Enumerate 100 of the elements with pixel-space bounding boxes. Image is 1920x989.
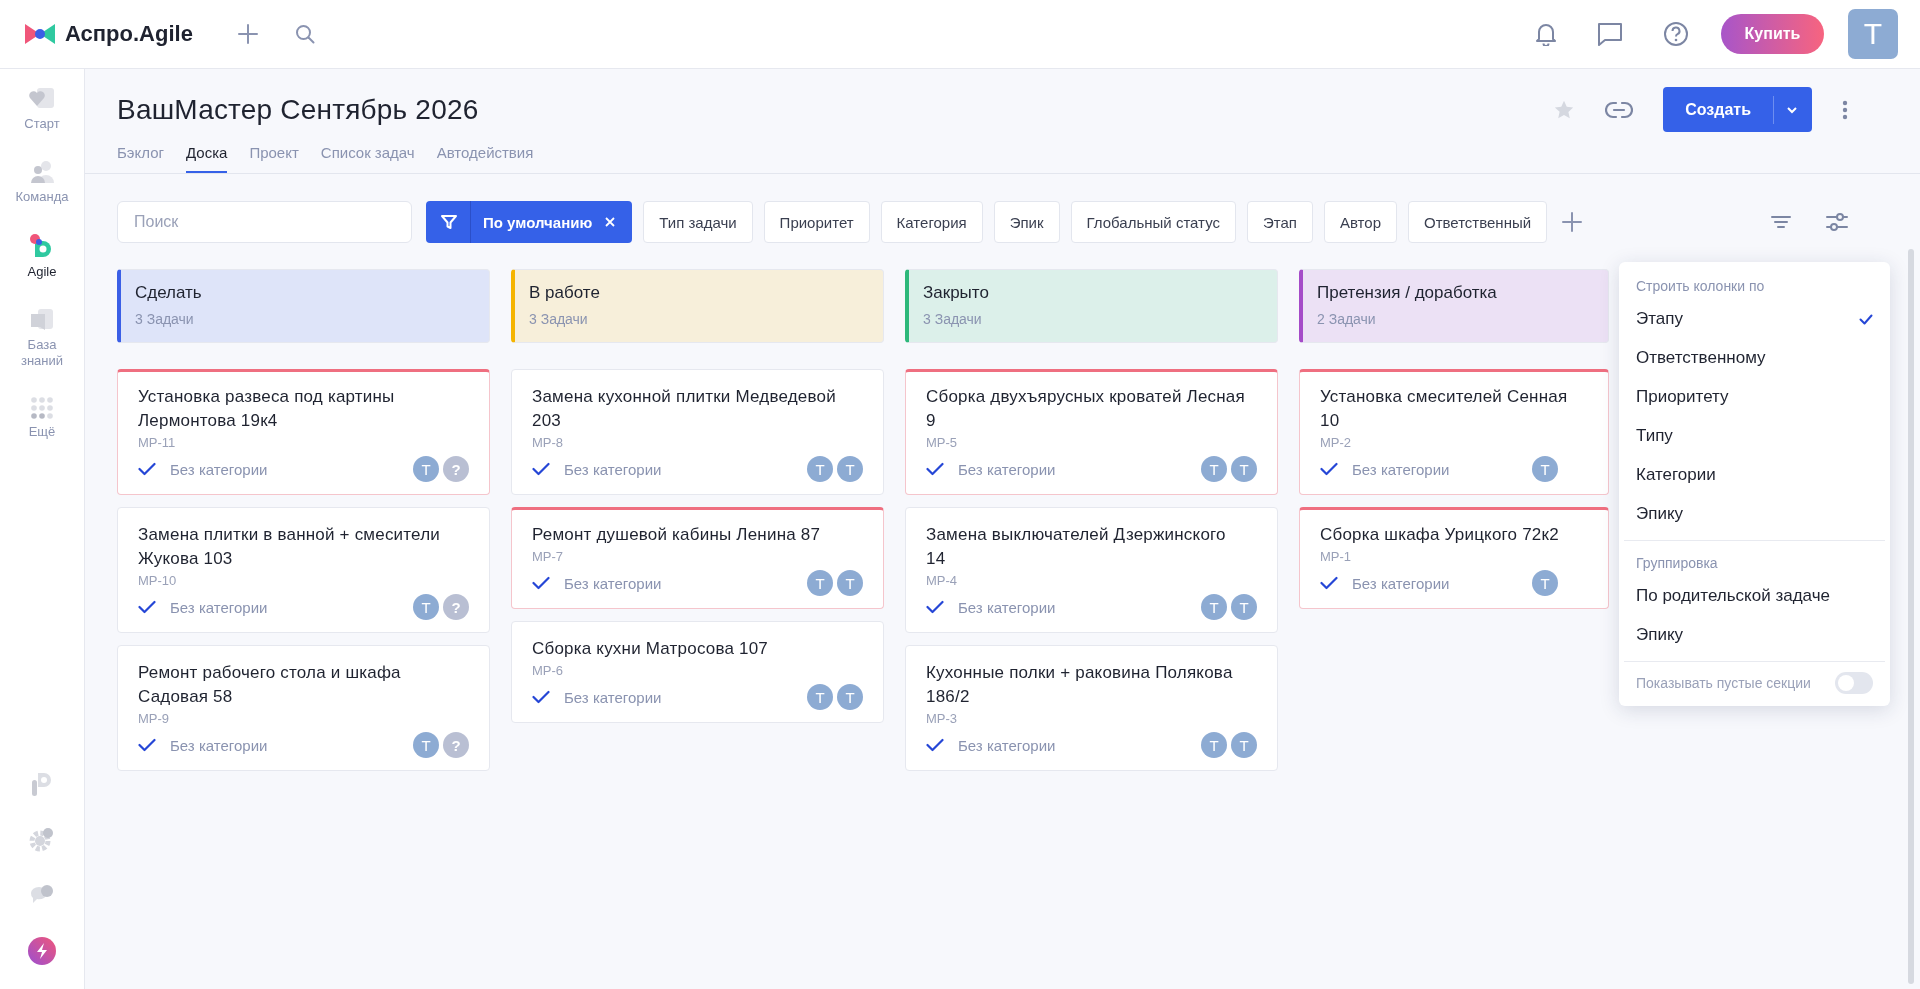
- task-key: МР-10: [138, 573, 469, 588]
- filter-chip[interactable]: Автор: [1323, 201, 1397, 243]
- menu-item[interactable]: Эпику: [1619, 495, 1890, 534]
- check-icon: [926, 462, 944, 476]
- check-icon: [532, 690, 550, 704]
- task-title: Сборка шкафа Урицкого 72к2: [1320, 524, 1560, 546]
- task-key: МР-2: [1320, 435, 1588, 450]
- tab[interactable]: Список задач: [320, 136, 415, 173]
- task-key: МР-8: [532, 435, 863, 450]
- column-title: Претензия / доработка: [1317, 283, 1498, 303]
- buy-button[interactable]: Купить: [1721, 14, 1824, 54]
- scrollbar[interactable]: [1908, 249, 1914, 984]
- toggle-switch[interactable]: [1835, 672, 1873, 694]
- column-title: В работе: [529, 283, 601, 303]
- settings-sliders-icon[interactable]: [1826, 211, 1848, 233]
- column-title: Сделать: [135, 283, 203, 303]
- task-key: МР-11: [138, 435, 469, 450]
- gear-icon[interactable]: [29, 827, 55, 853]
- preset-filter-button[interactable]: По умолчанию: [426, 201, 633, 243]
- category-label: Без категории: [1352, 574, 1451, 592]
- check-icon: [926, 600, 944, 614]
- filter-chip[interactable]: Тип задачи: [643, 201, 753, 243]
- help-icon[interactable]: [1663, 21, 1689, 47]
- category-label: Без категории: [170, 460, 269, 478]
- category-label: Без категории: [958, 598, 1057, 616]
- page-title: ВашМастер Сентябрь 2026: [117, 93, 479, 126]
- sidebar-item[interactable]: Agile: [7, 233, 77, 280]
- check-icon: [138, 738, 156, 752]
- menu-item[interactable]: Эпику: [1619, 616, 1890, 655]
- check-icon: [1320, 462, 1338, 476]
- menu-item[interactable]: Этапу: [1619, 300, 1890, 339]
- task-key: МР-1: [1320, 549, 1588, 564]
- task-count: 3 Задачи: [529, 311, 589, 327]
- tab[interactable]: Проект: [249, 136, 299, 173]
- task-card[interactable]: Установка смесителей Сенная 10 МР-2 Без категории Т: [1299, 369, 1609, 495]
- sidebar-item[interactable]: Ещё: [7, 397, 77, 440]
- menu-item[interactable]: Ответственному: [1619, 339, 1890, 378]
- check-icon: [926, 738, 944, 752]
- more-icon[interactable]: [1842, 99, 1848, 120]
- task-title: Сборка кухни Матросова 107: [532, 638, 769, 660]
- create-button[interactable]: Создать: [1663, 87, 1812, 132]
- check-icon: [1320, 576, 1338, 590]
- sort-icon[interactable]: [1771, 215, 1791, 229]
- logo-icon: [25, 21, 55, 47]
- filter-chip[interactable]: Глобальный статус: [1070, 201, 1236, 243]
- bell-icon[interactable]: [1535, 22, 1557, 46]
- menu-item[interactable]: По родительской задаче: [1619, 577, 1890, 616]
- filter-chip[interactable]: Ответственный: [1407, 201, 1548, 243]
- tab[interactable]: Бэклог: [117, 136, 164, 173]
- category-label: Без категории: [564, 688, 663, 706]
- sidebar-item[interactable]: Команда: [7, 160, 77, 205]
- task-count: 3 Задачи: [135, 311, 195, 327]
- tab[interactable]: Доска: [185, 136, 228, 173]
- search-field[interactable]: Поиск: [117, 201, 412, 243]
- menu-heading: Группировка: [1635, 554, 1719, 573]
- logo-text: Аспро.Agile: [65, 21, 193, 47]
- lightning-icon[interactable]: [28, 937, 56, 965]
- plus-icon[interactable]: [1562, 212, 1583, 232]
- menu-item[interactable]: Приоритету: [1619, 378, 1890, 417]
- task-title: Ремонт душевой кабины Ленина 87: [532, 524, 822, 546]
- task-key: МР-9: [138, 711, 469, 726]
- task-title: Сборка двухъярусных кроватей Лесная 9: [926, 386, 1246, 432]
- check-icon: [138, 462, 156, 476]
- link-icon[interactable]: [1605, 99, 1634, 120]
- task-key: МР-3: [926, 711, 1257, 726]
- menu-heading: Строить колонки по: [1635, 277, 1766, 296]
- filter-chip[interactable]: Эпик: [993, 201, 1060, 243]
- close-icon[interactable]: [604, 216, 617, 228]
- grid-dots-icon: [31, 397, 53, 419]
- menu-item[interactable]: Типу: [1619, 417, 1890, 456]
- caret-icon[interactable]: [1786, 105, 1798, 114]
- filter-icon: [440, 213, 458, 231]
- filter-chip[interactable]: Этап: [1247, 201, 1313, 243]
- plus-icon[interactable]: [236, 23, 259, 45]
- chat-icon[interactable]: [1597, 22, 1623, 46]
- task-count: 3 Задачи: [923, 311, 983, 327]
- task-title: Кухонные полки + раковина Полякова 186/2: [926, 662, 1234, 708]
- task-key: МР-7: [532, 549, 863, 564]
- task-key: МР-4: [926, 573, 1257, 588]
- category-label: Без категории: [170, 598, 269, 616]
- category-label: Без категории: [170, 736, 269, 754]
- task-count: 2 Задачи: [1317, 311, 1377, 327]
- sidebar-item[interactable]: Старт: [7, 87, 77, 132]
- check-icon: [532, 462, 550, 476]
- task-card[interactable]: Сборка шкафа Урицкого 72к2 МР-1 Без категории Т: [1299, 507, 1609, 609]
- menu-item[interactable]: Категории: [1619, 456, 1890, 495]
- sidebar-item[interactable]: База знаний: [7, 308, 77, 369]
- filter-chip[interactable]: Приоритет: [763, 201, 870, 243]
- task-title: Установка развеса под картины Лермонтова 19к4: [138, 386, 396, 432]
- category-label: Без категории: [958, 736, 1057, 754]
- people-icon: [29, 160, 55, 184]
- filter-chip[interactable]: Категория: [880, 201, 983, 243]
- task-key: МР-6: [532, 663, 863, 678]
- check-icon: [532, 576, 550, 590]
- task-title: Замена плитки в ванной + смесители Жукова 103: [138, 524, 441, 570]
- check-icon: [138, 600, 156, 614]
- tab[interactable]: Автодействия: [436, 136, 534, 173]
- category-label: Без категории: [1352, 460, 1451, 478]
- task-title: Установка смесителей Сенная 10: [1320, 386, 1569, 432]
- search-icon[interactable]: [294, 24, 315, 44]
